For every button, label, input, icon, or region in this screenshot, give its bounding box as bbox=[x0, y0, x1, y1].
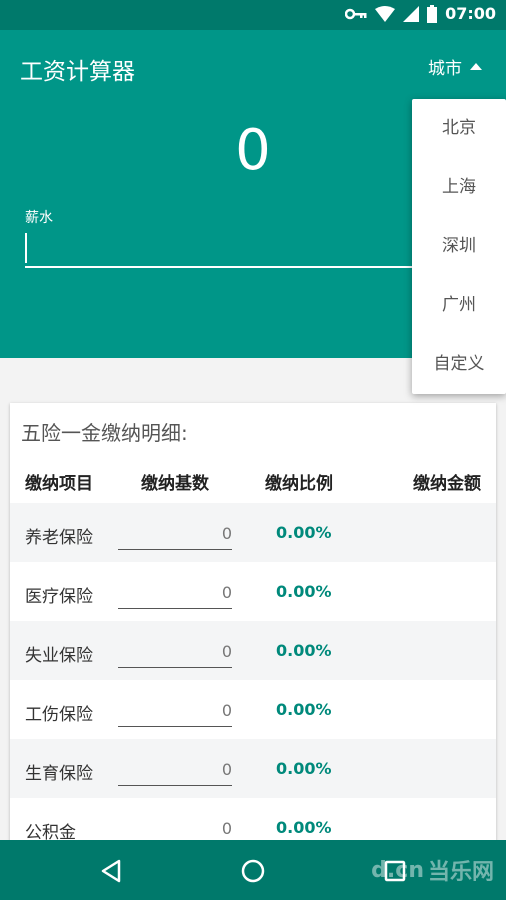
salary-label: 薪水 bbox=[25, 210, 53, 226]
base-input[interactable]: 0 bbox=[118, 576, 232, 609]
salary-input[interactable] bbox=[25, 233, 475, 268]
header-amount: 缴纳金额 bbox=[413, 474, 481, 494]
table-row: 工伤保险 0 0.00% bbox=[10, 680, 496, 739]
table-row: 医疗保险 0 0.00% bbox=[10, 562, 496, 621]
battery-icon bbox=[427, 4, 438, 23]
home-icon[interactable] bbox=[239, 857, 267, 885]
city-menu-item-guangzhou[interactable]: 广州 bbox=[412, 276, 506, 335]
row-name: 医疗保险 bbox=[25, 587, 93, 607]
table-row: 生育保险 0 0.00% bbox=[10, 739, 496, 798]
row-rate: 0.00% bbox=[276, 523, 332, 542]
row-rate: 0.00% bbox=[276, 818, 332, 837]
watermark: d.cn 当乐网 bbox=[371, 854, 494, 886]
row-name: 养老保险 bbox=[25, 528, 93, 548]
row-name: 失业保险 bbox=[25, 646, 93, 666]
table-header: 缴纳项目 缴纳基数 缴纳比例 缴纳金额 bbox=[10, 463, 496, 503]
status-time: 07:00 bbox=[445, 4, 496, 23]
row-name: 工伤保险 bbox=[25, 705, 93, 725]
table-row: 失业保险 0 0.00% bbox=[10, 621, 496, 680]
key-icon bbox=[345, 8, 367, 19]
watermark-logo-icon: d.cn bbox=[371, 857, 424, 883]
row-rate: 0.00% bbox=[276, 582, 332, 601]
city-dropdown: 北京 上海 深圳 广州 自定义 bbox=[412, 99, 506, 394]
watermark-text: 当乐网 bbox=[427, 860, 494, 885]
base-input[interactable]: 0 bbox=[118, 517, 232, 550]
back-icon[interactable] bbox=[97, 857, 125, 885]
city-menu-item-beijing[interactable]: 北京 bbox=[412, 99, 506, 158]
status-bar: 07:00 bbox=[0, 0, 506, 30]
signal-icon bbox=[403, 5, 420, 22]
row-rate: 0.00% bbox=[276, 641, 332, 660]
row-name: 生育保险 bbox=[25, 764, 93, 784]
city-menu-item-shenzhen[interactable]: 深圳 bbox=[412, 217, 506, 276]
table-body: 养老保险 0 0.00% 医疗保险 0 0.00% 失业保险 0 0.00% 工… bbox=[10, 503, 496, 857]
city-button-label: 城市 bbox=[428, 59, 462, 79]
base-input[interactable]: 0 bbox=[118, 635, 232, 668]
triangle-up-icon bbox=[470, 63, 482, 70]
city-menu-item-shanghai[interactable]: 上海 bbox=[412, 158, 506, 217]
insurance-card: 五险一金缴纳明细: 缴纳项目 缴纳基数 缴纳比例 缴纳金额 养老保险 0 0.0… bbox=[10, 403, 496, 863]
text-cursor bbox=[25, 233, 27, 263]
city-button[interactable]: 城市 bbox=[428, 54, 482, 79]
header-base: 缴纳基数 bbox=[141, 474, 209, 494]
table-row: 养老保险 0 0.00% bbox=[10, 503, 496, 562]
navigation-bar: d.cn 当乐网 bbox=[0, 840, 506, 900]
header-item: 缴纳项目 bbox=[25, 474, 93, 494]
city-menu-item-custom[interactable]: 自定义 bbox=[412, 335, 506, 394]
row-rate: 0.00% bbox=[276, 700, 332, 719]
card-title: 五险一金缴纳明细: bbox=[21, 421, 188, 445]
base-input[interactable]: 0 bbox=[118, 753, 232, 786]
header-rate: 缴纳比例 bbox=[265, 474, 333, 494]
wifi-icon bbox=[375, 5, 396, 22]
base-input[interactable]: 0 bbox=[118, 694, 232, 727]
row-rate: 0.00% bbox=[276, 759, 332, 778]
app-title: 工资计算器 bbox=[20, 59, 135, 85]
